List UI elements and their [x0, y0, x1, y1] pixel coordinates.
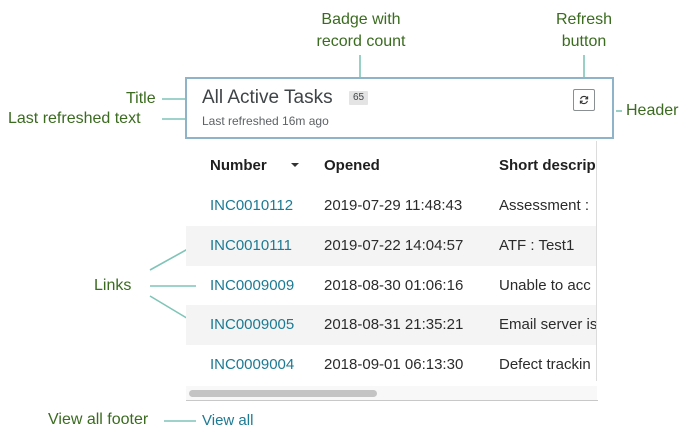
record-count-badge: 65: [349, 91, 369, 105]
row-short-description: Defect trackin: [499, 356, 591, 373]
refresh-callout-line1: Refresh: [555, 11, 613, 28]
column-header-opened[interactable]: Opened: [324, 157, 380, 174]
table-row: INC0010111 2019-07-22 14:04:57 ATF : Tes…: [186, 226, 597, 266]
row-opened: 2018-09-01 06:13:30: [324, 356, 464, 373]
row-short-description: Unable to acc: [499, 277, 591, 294]
last-refreshed-text: Last refreshed 16m ago: [202, 114, 329, 128]
view-all-link[interactable]: View all: [202, 412, 253, 429]
header-callout: Header: [626, 102, 679, 119]
row-number-link[interactable]: INC0009004: [210, 356, 294, 373]
title-callout: Title: [126, 90, 156, 107]
row-number-link[interactable]: INC0010111: [210, 237, 292, 254]
refresh-callout-line2: button: [561, 33, 607, 50]
row-opened: 2018-08-31 21:35:21: [324, 316, 464, 333]
table-row: INC0009004 2018-09-01 06:13:30 Defect tr…: [186, 345, 597, 385]
badge-callout-line1: Badge with: [321, 11, 401, 28]
refresh-callout: Refresh button: [540, 9, 628, 53]
horizontal-scrollbar[interactable]: [186, 386, 597, 401]
row-short-description: Assessment :: [499, 197, 590, 214]
links-callout: Links: [94, 277, 132, 294]
table-row: INC0009009 2018-08-30 01:06:16 Unable to…: [186, 266, 597, 306]
column-header-short-description[interactable]: Short descrip: [499, 157, 596, 174]
table-row: INC0009005 2018-08-31 21:35:21 Email ser…: [186, 305, 597, 345]
row-number-link[interactable]: INC0009005: [210, 316, 294, 333]
caret-down-icon[interactable]: [291, 163, 299, 167]
table-right-border: [596, 141, 597, 381]
row-short-description: Email server is: [499, 316, 597, 333]
refresh-button[interactable]: [573, 89, 595, 111]
row-number-link[interactable]: INC0009009: [210, 277, 294, 294]
row-number-link[interactable]: INC0010112: [210, 197, 293, 214]
footer-divider: [186, 400, 598, 401]
row-opened: 2019-07-22 14:04:57: [324, 237, 464, 254]
last-refreshed-callout: Last refreshed text: [8, 110, 141, 127]
widget-header: All Active Tasks 65 Last refreshed 16m a…: [185, 77, 614, 139]
badge-callout-line2: record count: [316, 33, 406, 50]
row-opened: 2018-08-30 01:06:16: [324, 277, 464, 294]
column-header-number[interactable]: Number: [210, 157, 267, 174]
view-all-footer-callout: View all footer: [48, 411, 149, 428]
badge-callout: Badge with record count: [298, 9, 424, 53]
row-short-description: ATF : Test1: [499, 237, 575, 254]
scrollbar-thumb[interactable]: [189, 390, 377, 397]
tasks-table: Number Opened Short descrip INC0010112 2…: [186, 141, 597, 401]
table-row: INC0010112 2019-07-29 11:48:43 Assessmen…: [186, 186, 597, 226]
row-opened: 2019-07-29 11:48:43: [324, 197, 463, 214]
refresh-icon: [579, 95, 589, 105]
widget-title: All Active Tasks: [202, 87, 333, 108]
